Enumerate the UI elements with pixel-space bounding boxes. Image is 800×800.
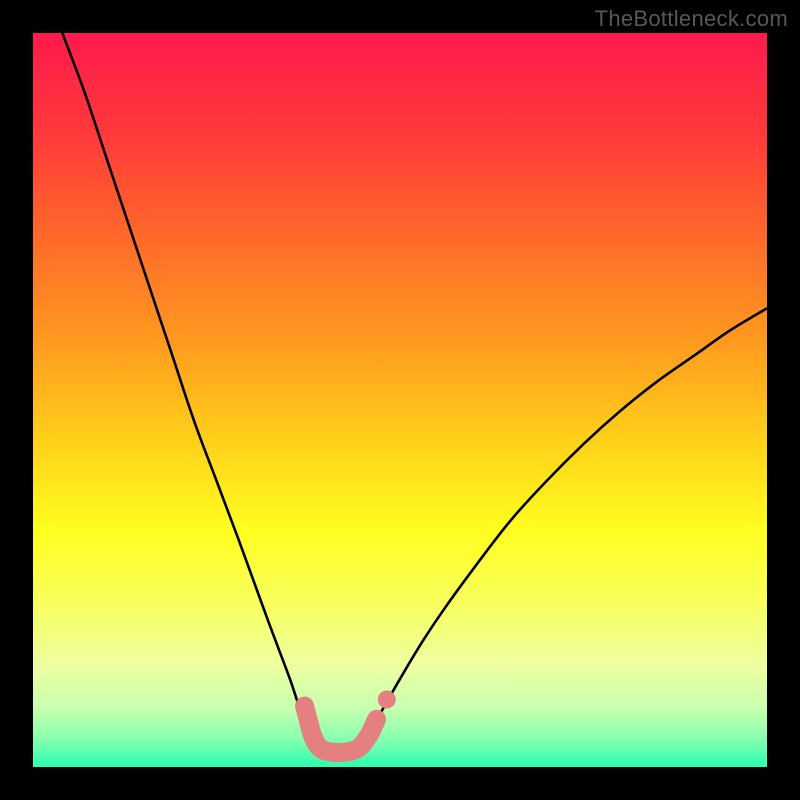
chart-svg (33, 33, 767, 767)
plot-area (33, 33, 767, 767)
chart-frame: TheBottleneck.com (0, 0, 800, 800)
watermark-text: TheBottleneck.com (595, 6, 788, 32)
series-right-dot (378, 690, 396, 708)
gradient-background (33, 33, 767, 767)
